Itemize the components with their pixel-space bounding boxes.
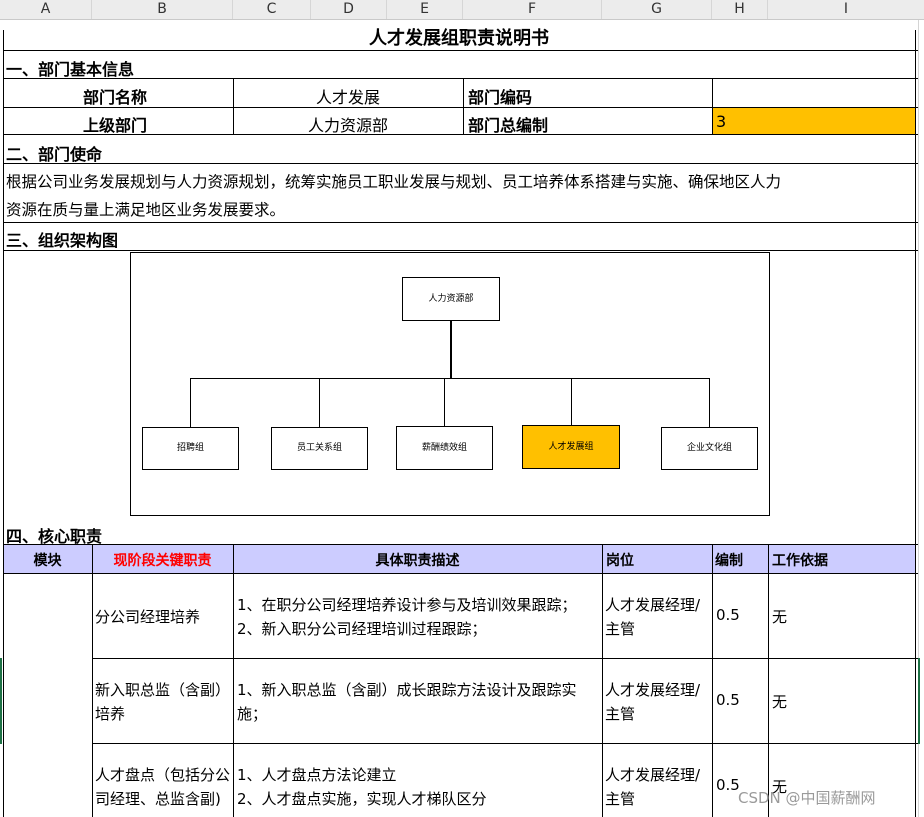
- header-position[interactable]: 岗位: [606, 550, 634, 570]
- sheet-title[interactable]: 人才发展组职责说明书: [0, 24, 918, 50]
- border: [712, 545, 713, 817]
- parent-dept-value[interactable]: 人力资源部: [233, 112, 463, 136]
- selection-edge-right: [918, 658, 920, 744]
- description-cell[interactable]: 1、新入职总监（含副）成长跟踪方法设计及跟踪实: [237, 679, 577, 700]
- border: [3, 134, 918, 135]
- header-basis[interactable]: 工作依据: [772, 550, 828, 570]
- org-child-label: 薪酬绩效组: [421, 443, 467, 453]
- column-header-i[interactable]: I: [768, 0, 924, 19]
- org-child-box[interactable]: 员工关系组: [271, 427, 368, 470]
- column-header-h[interactable]: H: [712, 0, 768, 19]
- org-connector: [190, 378, 191, 427]
- headcount-cell[interactable]: 0.5: [716, 691, 740, 709]
- headcount-value[interactable]: 3: [716, 112, 726, 131]
- headcount-label[interactable]: 部门总编制: [468, 112, 548, 136]
- border: [712, 78, 713, 134]
- column-header-c[interactable]: C: [233, 0, 311, 19]
- border: [463, 78, 464, 134]
- border: [92, 545, 93, 817]
- dept-name-label[interactable]: 部门名称: [83, 84, 147, 108]
- description-cell[interactable]: 2、新入职分公司经理培训过程跟踪；: [237, 618, 487, 639]
- column-header-bar: A B C D E F G H I: [0, 0, 924, 20]
- org-connector: [450, 321, 452, 378]
- watermark-text: CSDN @中国薪酬网: [738, 789, 876, 807]
- position-cell[interactable]: 人才发展经理/: [605, 594, 700, 615]
- border: [602, 545, 603, 817]
- description-cell[interactable]: 2、人才盘点实施，实现人才梯队区分: [237, 788, 487, 809]
- key-duty-cell[interactable]: 新入职总监（含副）: [95, 679, 230, 700]
- border: [3, 78, 918, 79]
- dept-code-label[interactable]: 部门编码: [468, 84, 532, 108]
- key-duty-cell[interactable]: 人才盘点（包括分公: [95, 764, 230, 785]
- org-child-box[interactable]: 招聘组: [142, 427, 239, 470]
- border: [3, 107, 918, 108]
- org-connector: [444, 378, 445, 427]
- column-header-d[interactable]: D: [311, 0, 387, 19]
- parent-dept-label[interactable]: 上级部门: [83, 112, 147, 136]
- spreadsheet-grid[interactable]: 人才发展组职责说明书 一、部门基本信息 部门名称 人才发展 部门编码 上级部门 …: [0, 20, 924, 817]
- header-headcount[interactable]: 编制: [715, 550, 743, 570]
- key-duty-cell[interactable]: 培养: [95, 703, 125, 724]
- org-connector: [571, 378, 572, 427]
- org-child-box[interactable]: 企业文化组: [661, 427, 758, 470]
- column-header-f[interactable]: F: [463, 0, 602, 19]
- headcount-cell[interactable]: 0.5: [716, 776, 740, 794]
- key-duty-cell[interactable]: 司经理、总监含副): [95, 788, 221, 809]
- position-cell[interactable]: 主管: [605, 703, 635, 724]
- header-key-duty[interactable]: 现阶段关键职责: [92, 550, 233, 570]
- header-description[interactable]: 具体职责描述: [233, 550, 602, 570]
- org-connector: [319, 378, 320, 427]
- org-child-box-highlighted[interactable]: 人才发展组: [522, 425, 620, 469]
- description-cell[interactable]: 1、在职分公司经理培养设计参与及培训效果跟踪；: [237, 594, 577, 615]
- org-child-label: 招聘组: [176, 443, 204, 453]
- column-header-b[interactable]: B: [92, 0, 233, 19]
- border: [92, 743, 918, 744]
- description-cell[interactable]: 施；: [237, 703, 267, 724]
- org-child-label: 员工关系组: [296, 443, 342, 453]
- section1-heading[interactable]: 一、部门基本信息: [6, 56, 134, 80]
- mission-line-2[interactable]: 资源在质与量上满足地区业务发展要求。: [6, 198, 285, 220]
- border: [3, 250, 918, 251]
- position-cell[interactable]: 人才发展经理/: [605, 764, 700, 785]
- border: [3, 222, 918, 223]
- org-connector: [709, 378, 710, 427]
- org-child-box[interactable]: 薪酬绩效组: [396, 426, 493, 470]
- org-child-label: 企业文化组: [686, 443, 732, 453]
- border: [915, 30, 916, 817]
- border: [3, 573, 918, 574]
- basis-cell[interactable]: 无: [772, 691, 787, 712]
- key-duty-cell[interactable]: 分公司经理培养: [95, 606, 200, 627]
- border: [233, 545, 234, 817]
- org-root-box[interactable]: 人力资源部: [402, 277, 500, 321]
- headcount-cell[interactable]: 0.5: [716, 606, 740, 624]
- org-connector: [190, 378, 710, 379]
- position-cell[interactable]: 主管: [605, 618, 635, 639]
- org-root-label: 人力资源部: [428, 294, 474, 304]
- border: [233, 78, 234, 134]
- dept-name-value[interactable]: 人才发展: [233, 84, 463, 108]
- border: [3, 30, 4, 817]
- border: [3, 50, 918, 51]
- mission-line-1[interactable]: 根据公司业务发展规划与人力资源规划，统筹实施员工职业发展与规划、员工培养体系搭建…: [6, 170, 781, 192]
- org-child-label: 人才发展组: [548, 442, 594, 452]
- basis-cell[interactable]: 无: [772, 606, 787, 627]
- column-header-a[interactable]: A: [0, 0, 92, 19]
- border: [92, 658, 918, 659]
- column-header-g[interactable]: G: [602, 0, 712, 19]
- column-header-e[interactable]: E: [387, 0, 463, 19]
- selection-edge-left: [0, 658, 2, 744]
- position-cell[interactable]: 主管: [605, 788, 635, 809]
- headcount-highlight: [712, 108, 915, 134]
- section2-heading[interactable]: 二、部门使命: [6, 141, 102, 165]
- description-cell[interactable]: 1、人才盘点方法论建立: [237, 764, 397, 785]
- header-module[interactable]: 模块: [3, 550, 92, 570]
- section3-heading[interactable]: 三、组织架构图: [6, 227, 118, 251]
- border: [3, 163, 918, 164]
- position-cell[interactable]: 人才发展经理/: [605, 679, 700, 700]
- border: [768, 545, 769, 817]
